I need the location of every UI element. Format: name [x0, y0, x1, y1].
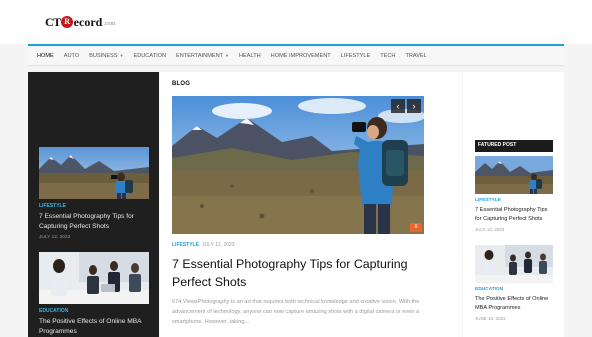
page: CT R ecord .com HOME AUTO BUSINESS ▼ EDUCATI… — [0, 0, 592, 337]
post-thumbnail-photographer[interactable] — [39, 147, 149, 199]
left-post-card[interactable]: EDUCATION The Positive Effects of Online… — [39, 252, 149, 337]
post-category[interactable]: LIFESTYLE — [39, 203, 149, 209]
nav-item-home-improvement[interactable]: HOME IMPROVEMENT — [266, 53, 336, 59]
post-meta: LIFESTYLE JULY 12, 2023 — [172, 242, 235, 248]
main-navigation: HOME AUTO BUSINESS ▼ EDUCATION ENTERTAINMENT ▼… — [28, 44, 564, 66]
featured-post-card[interactable]: EDUCATION The Positive Effects of Online… — [475, 245, 553, 321]
nav-item-auto[interactable]: AUTO — [59, 53, 84, 59]
nav-item-label: HEALTH — [239, 52, 261, 59]
post-title-link[interactable]: 7 Essential Photography Tips for Capturi… — [39, 212, 149, 232]
hero-image[interactable]: ‹ › 0 — [172, 96, 424, 234]
logo-text-rest: ecord — [73, 14, 103, 29]
comment-count: 0 — [414, 224, 418, 230]
nav-item-tech[interactable]: TECH — [375, 53, 400, 59]
nav-item-entertainment[interactable]: ENTERTAINMENT ▼ — [171, 53, 234, 59]
main-content: BLOG ‹ › 0 LIFESTYLE JULY 12, 2023 7 Ess… — [160, 72, 462, 337]
post-category[interactable]: LIFESTYLE — [172, 242, 199, 248]
post-title-link[interactable]: 7 Essential Photography Tips for Capturi… — [475, 206, 553, 224]
post-title-link[interactable]: The Positive Effects of Online MBA Progr… — [39, 317, 149, 337]
right-sidebar: FATURED POST LIFESTYLE 7 Essential Photo… — [463, 72, 564, 337]
slider-prev-button[interactable]: ‹ — [391, 99, 405, 113]
nav-item-label: LIFESTYLE — [340, 52, 371, 59]
nav-item-label: AUTO — [63, 52, 80, 59]
nav-item-health[interactable]: HEALTH — [234, 53, 266, 59]
nav-item-label: EDUCATION — [133, 52, 167, 59]
chevron-down-icon: ▼ — [119, 53, 124, 58]
nav-item-label: HOME IMPROVEMENT — [270, 52, 331, 59]
nav-item-label: TECH — [380, 52, 396, 59]
slider-next-button[interactable]: › — [407, 99, 421, 113]
site-logo[interactable]: CT R ecord .com — [45, 13, 115, 31]
nav-item-business[interactable]: BUSINESS ▼ — [84, 53, 128, 59]
section-heading: BLOG — [172, 81, 191, 87]
logo-domain: .com — [103, 20, 116, 27]
nav-item-travel[interactable]: TRAVEL — [400, 53, 431, 59]
post-excerpt: 674 ViewsPhotography is an art that requ… — [172, 299, 420, 325]
post-category[interactable]: EDUCATION — [475, 287, 553, 292]
nav-item-label: TRAVEL — [405, 52, 427, 59]
left-post-card[interactable]: LIFESTYLE 7 Essential Photography Tips f… — [39, 147, 149, 240]
post-date: JULY 12, 2023 — [201, 242, 235, 248]
nav-item-home[interactable]: HOME — [32, 53, 59, 59]
post-category[interactable]: EDUCATION — [39, 308, 149, 314]
post-date: JUNE 16, 2023 — [475, 316, 506, 321]
post-date: JULY 12, 2023 — [475, 227, 505, 232]
logo-circle-letter: R — [61, 16, 74, 28]
chevron-down-icon: ▼ — [225, 53, 230, 58]
chevron-left-icon: ‹ — [396, 101, 400, 111]
post-thumbnail-meeting[interactable] — [39, 252, 149, 304]
main-post-title[interactable]: 7 Essential Photography Tips for Capturi… — [172, 255, 440, 291]
post-thumbnail-meeting[interactable] — [475, 245, 553, 283]
comment-count-badge[interactable]: 0 — [410, 223, 422, 232]
heading-divider — [475, 151, 553, 152]
nav-item-label: ENTERTAINMENT — [176, 52, 224, 59]
featured-post-heading: FATURED POST — [475, 140, 553, 151]
featured-post-card[interactable]: LIFESTYLE 7 Essential Photography Tips f… — [475, 156, 553, 232]
post-thumbnail-photographer[interactable] — [475, 156, 553, 194]
post-category[interactable]: LIFESTYLE — [475, 198, 553, 203]
post-title-link[interactable]: The Positive Effects of Online MBA Progr… — [475, 295, 553, 313]
left-sidebar: LIFESTYLE 7 Essential Photography Tips f… — [28, 72, 159, 337]
nav-item-lifestyle[interactable]: LIFESTYLE — [336, 53, 376, 59]
logo-text-lead: CT — [45, 14, 61, 29]
nav-item-label: BUSINESS — [89, 52, 118, 59]
chevron-right-icon: › — [412, 101, 416, 111]
nav-item-label: HOME — [37, 52, 54, 59]
post-date: JULY 12, 2023 — [39, 235, 71, 240]
site-header: CT R ecord .com — [0, 0, 592, 44]
nav-item-education[interactable]: EDUCATION — [128, 53, 171, 59]
